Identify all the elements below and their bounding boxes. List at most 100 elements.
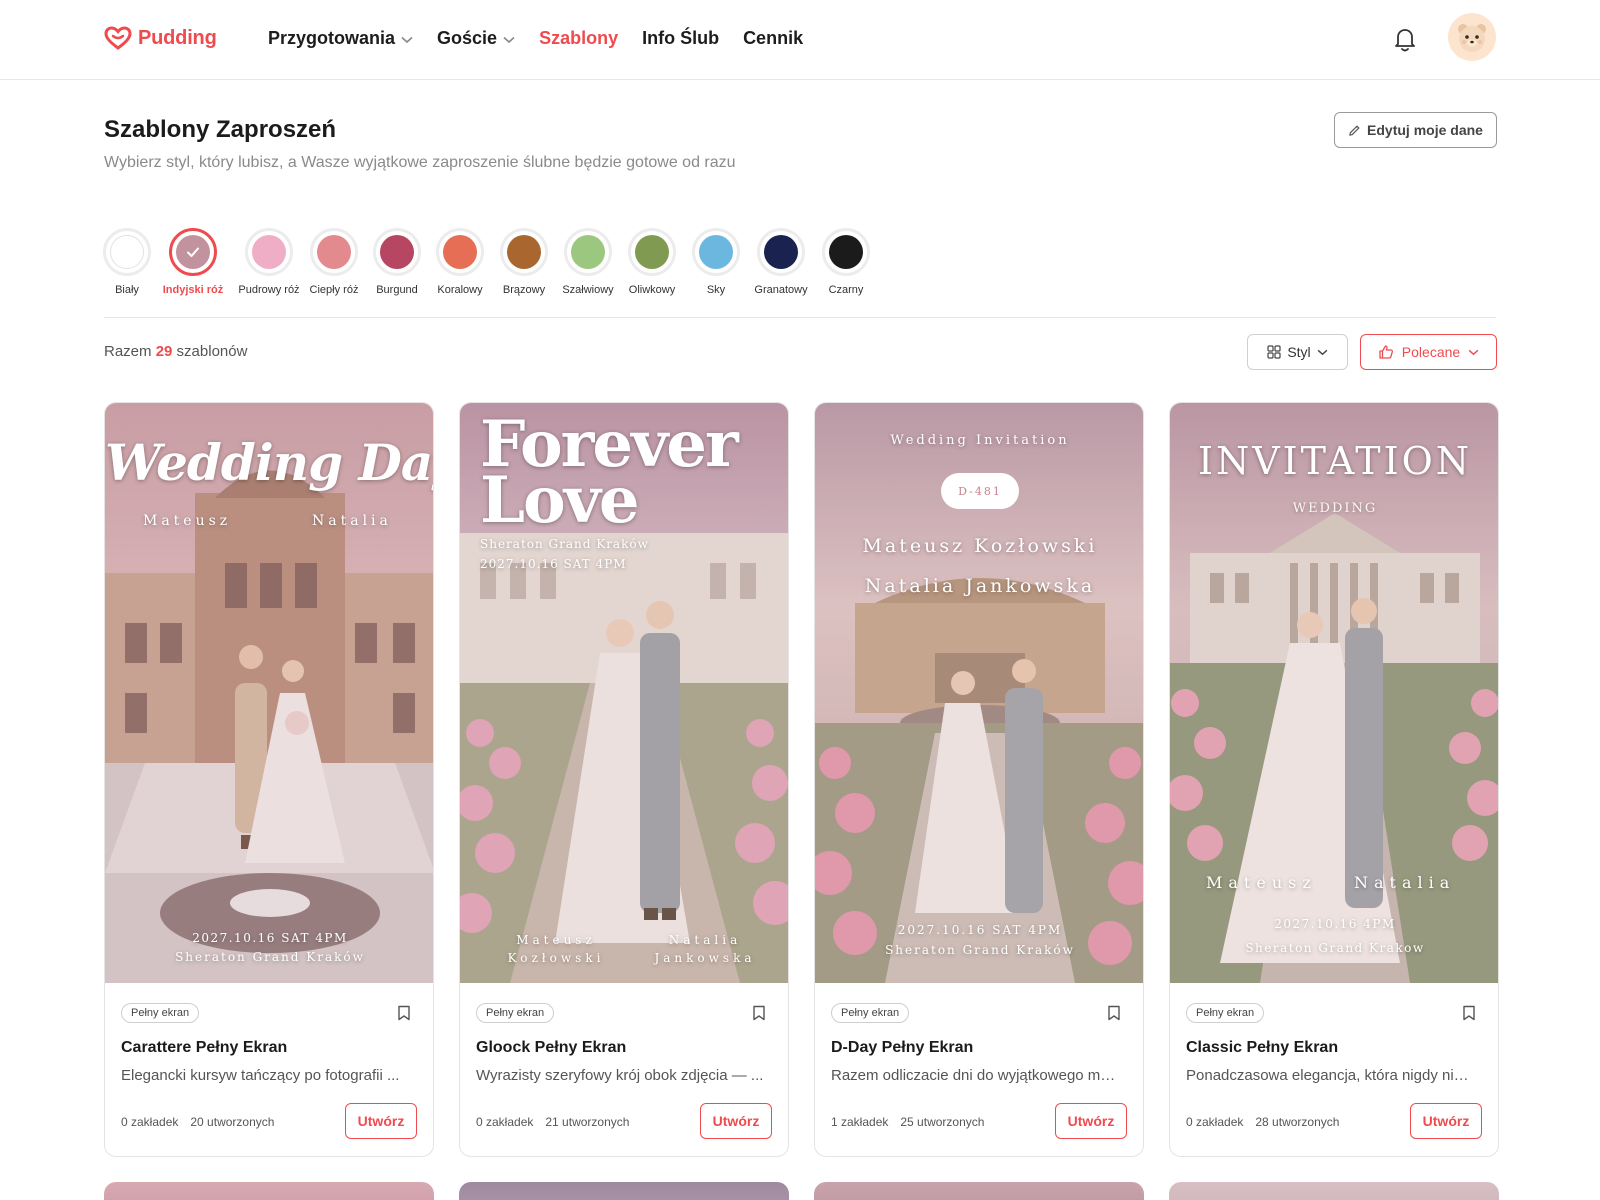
count-number: 29 [155,343,173,360]
swatch-label: Burgund [376,284,418,296]
template-card-peek[interactable] [814,1182,1144,1200]
wedding-photo-classic-manor [1170,403,1498,983]
thumbnail-date: 2027.10.16 4PM [1274,917,1396,931]
nav-label: Goście [437,28,498,48]
color-swatch[interactable]: Brązowy [492,228,556,296]
color-swatch[interactable]: Indyjski róż [150,228,236,296]
thumbnail-subheadline: WEDDING [1292,501,1378,516]
bookmark-count: 0 zakładek [121,1115,179,1129]
swatch-ring [564,228,612,276]
nav-info-slub[interactable]: Info Ślub [642,28,719,49]
nav-przygotowania[interactable]: Przygotowania [268,28,413,49]
template-thumbnail[interactable]: INVITATION WEDDING Mateusz Natalia 2027.… [1170,403,1498,983]
color-swatch[interactable]: Ciepły róż [302,228,366,296]
card-description: Wyrazisty szeryfowy krój obok zdjęcia — … [476,1067,764,1084]
template-card[interactable]: INVITATION WEDDING Mateusz Natalia 2027.… [1169,402,1499,1157]
bell-icon[interactable] [1390,24,1420,54]
thumbnail-name-right: Natalia [312,513,392,529]
thumbnail-groom: Mateusz Kozłowski [862,535,1098,557]
card-title: Gloock Pełny Ekran [476,1039,627,1056]
swatch-color [176,235,210,269]
color-swatch[interactable]: Sky [684,228,748,296]
nav-label: Przygotowania [268,28,396,48]
template-card[interactable]: Wedding Invitation D-481 Mateusz Kozłows… [814,402,1144,1157]
nav-goscie[interactable]: Goście [437,28,515,49]
swatch-label: Granatowy [754,284,808,296]
bookmark-count: 0 zakładek [476,1115,534,1129]
edit-my-data-button[interactable]: Edytuj moje dane [1334,112,1497,148]
create-button[interactable]: Utwórz [345,1103,417,1139]
color-swatch[interactable]: Oliwkowy [620,228,684,296]
swatch-ring [103,228,151,276]
swatch-label: Pudrowy róż [238,284,300,296]
template-card-peek[interactable] [459,1182,789,1200]
logo[interactable]: Pudding [104,26,217,50]
thumbnail-headline-line-2: Love [480,463,640,538]
bookmark-count: 0 zakładek [1186,1115,1244,1129]
sort-label: Polecane [1401,344,1461,360]
template-thumbnail[interactable]: Forever Love Sheraton Grand Kraków 2027.… [460,403,788,983]
main-nav: Przygotowania Goście Szablony Info Ślub … [268,28,803,49]
color-swatch[interactable]: Czarny [814,228,878,296]
fullscreen-badge: Pełny ekran [1186,1003,1265,1023]
checkmark-icon [187,247,199,257]
bookmark-icon[interactable] [752,1005,766,1021]
color-swatch[interactable]: Koralowy [428,228,492,296]
page-subtitle: Wybierz styl, który lubisz, a Wasze wyją… [104,154,736,171]
thumbnail-headline: Wedding Day [105,433,434,492]
swatch-color [380,235,414,269]
create-button[interactable]: Utwórz [1410,1103,1482,1139]
chevron-down-icon [503,36,515,43]
avatar[interactable] [1448,13,1496,61]
bookmark-icon[interactable] [1462,1005,1476,1021]
swatch-ring [169,228,217,276]
card-description: Elegancki kursyw tańczący po fotografii … [121,1067,400,1084]
sort-recommended-button[interactable]: Polecane [1360,334,1497,370]
template-thumbnail[interactable]: Wedding Day Mateusz Natalia 2027.10.16 S… [105,403,434,983]
nav-szablony[interactable]: Szablony [539,28,618,49]
bookmark-icon[interactable] [397,1005,411,1021]
top-navigation-bar: Pudding Przygotowania Goście Szablony In… [0,0,1600,80]
card-body: Pełny ekran D-Day Pełny Ekran Razem odli… [815,983,1143,1156]
card-title: Carattere Pełny Ekran [121,1039,288,1056]
dday-label: D-481 [958,484,1002,498]
fullscreen-badge: Pełny ekran [476,1003,555,1023]
swatch-label: Oliwkowy [628,284,676,296]
color-swatch[interactable]: Burgund [366,228,428,296]
edit-button-label: Edytuj moje dane [1367,122,1483,138]
thumbnail-venue: Sheraton Grand Kraków [480,537,649,551]
template-card-peek[interactable] [1169,1182,1499,1200]
color-swatch[interactable]: Granatowy [748,228,814,296]
template-card[interactable]: Wedding Day Mateusz Natalia 2027.10.16 S… [104,402,434,1157]
create-button[interactable]: Utwórz [700,1103,772,1139]
card-stats: 1 zakładek 25 utworzonych [831,1115,984,1129]
thumbnail-venue: Sheraton Grand Kraków [885,943,1075,957]
swatch-color [443,235,477,269]
card-title: Classic Pełny Ekran [1186,1039,1339,1056]
style-label: Styl [1287,344,1311,360]
thumbnail-name-left: Mateusz [1206,873,1317,892]
swatch-color [317,235,351,269]
color-swatch[interactable]: Szałwiowy [556,228,620,296]
thumbnail-bride-first: Natalia [668,933,742,947]
nav-cennik[interactable]: Cennik [743,28,803,49]
swatch-label: Sky [706,284,726,296]
swatch-ring [245,228,293,276]
swatch-color [110,235,144,269]
swatch-label: Czarny [828,284,864,296]
template-card[interactable]: Forever Love Sheraton Grand Kraków 2027.… [459,402,789,1157]
color-swatch[interactable]: Pudrowy róż [236,228,302,296]
thumbnail-venue: Sheraton Grand Kraków [175,950,365,964]
card-body: Pełny ekran Carattere Pełny Ekran Elegan… [105,983,433,1156]
chevron-down-icon [1317,349,1328,355]
create-button[interactable]: Utwórz [1055,1103,1127,1139]
template-card-peek[interactable] [104,1182,434,1200]
thumbnail-top-label: Wedding Invitation [890,433,1070,448]
thumbnail-venue: Sheraton Grand Krakow [1245,941,1425,955]
color-swatch[interactable]: Biały [103,228,151,296]
bookmark-icon[interactable] [1107,1005,1121,1021]
style-filter-button[interactable]: Styl [1247,334,1348,370]
template-thumbnail[interactable]: Wedding Invitation D-481 Mateusz Kozłows… [815,403,1143,983]
swatch-ring [757,228,805,276]
heart-logo-icon [104,26,132,50]
